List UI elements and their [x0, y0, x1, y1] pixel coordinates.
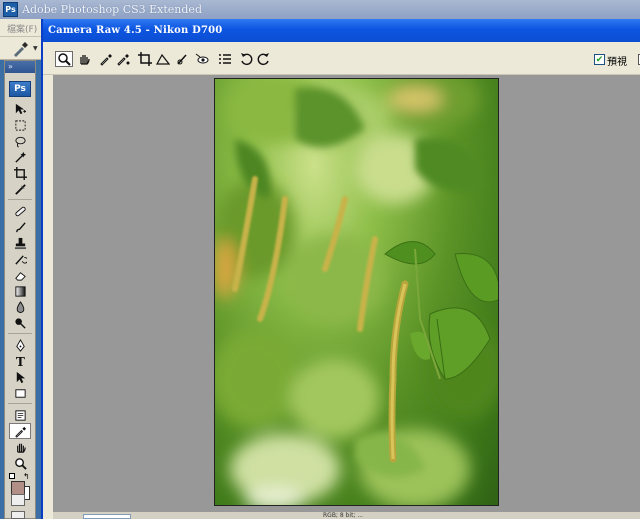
bandage-icon — [14, 206, 26, 216]
eyedropper-icon — [100, 54, 112, 66]
cr-rotate-right-button[interactable] — [255, 51, 273, 67]
move-tool[interactable] — [9, 101, 31, 117]
eraser-tool[interactable] — [9, 267, 31, 283]
camera-raw-title: Camera Raw 4.5 - Nikon D700 — [48, 25, 223, 36]
slice-icon — [14, 183, 26, 195]
cr-preferences-button[interactable] — [216, 51, 234, 67]
photoshop-app-icon: Ps — [3, 2, 18, 17]
crop-icon — [13, 166, 27, 180]
history-brush-icon — [14, 254, 27, 265]
photoshop-logo[interactable]: Ps — [9, 81, 31, 97]
type-tool[interactable]: T — [9, 353, 31, 369]
menu-file[interactable]: 檔案(F) — [7, 22, 37, 35]
tools-palette: » Ps T ↰ — [4, 60, 36, 519]
brush-tool[interactable] — [9, 219, 31, 235]
camera-raw-dialog: Camera Raw 4.5 - Nikon D700 ✔ 預視 RGB; 8 … — [41, 19, 640, 519]
brush-icon — [15, 221, 26, 232]
marquee-icon — [14, 119, 26, 131]
preview-checkbox[interactable]: ✔ — [594, 54, 605, 65]
cr-zoom-tool[interactable] — [55, 51, 73, 67]
healing-brush-tool[interactable] — [9, 203, 31, 219]
crop-tool[interactable] — [9, 165, 31, 181]
history-brush-tool[interactable] — [9, 251, 31, 267]
pen-icon — [15, 338, 25, 352]
drop-icon — [16, 300, 24, 313]
app-title: Adobe Photoshop CS3 Extended — [22, 3, 202, 16]
tool-separator — [8, 401, 32, 404]
tool-separator — [8, 197, 32, 200]
preview-label: 預視 — [607, 57, 627, 68]
foreground-color-swatch[interactable] — [11, 481, 25, 495]
arrow-icon — [16, 371, 25, 383]
green-leaves-photo — [214, 78, 499, 506]
notes-tool[interactable] — [9, 407, 31, 423]
magnifier-icon — [58, 53, 71, 66]
clone-stamp-tool[interactable] — [9, 235, 31, 251]
file-info-link[interactable]: RGB; 8 bit; ... — [323, 512, 363, 519]
zoom-level-field[interactable] — [83, 514, 131, 519]
rectangle-icon — [14, 388, 26, 398]
magic-wand-tool[interactable] — [9, 149, 31, 165]
palette-collapse-icon[interactable]: » — [5, 61, 35, 73]
crop-icon — [138, 52, 152, 66]
photo-illustration — [215, 79, 498, 505]
tool-separator — [8, 331, 32, 334]
type-icon: T — [15, 355, 24, 368]
straighten-icon — [156, 53, 170, 65]
default-colors-icon[interactable] — [9, 473, 15, 479]
list-icon — [219, 54, 231, 64]
stamp-icon — [14, 237, 26, 249]
marquee-tool[interactable] — [9, 117, 31, 133]
cr-retouch-tool[interactable] — [174, 51, 192, 67]
zoom-tool[interactable] — [9, 455, 31, 471]
path-selection-tool[interactable] — [9, 369, 31, 385]
cr-rotate-left-button[interactable] — [237, 51, 255, 67]
note-icon — [14, 409, 26, 421]
hand-tool[interactable] — [9, 439, 31, 455]
magnifier-icon — [14, 457, 27, 470]
red-eye-icon — [195, 53, 209, 64]
screen-mode-button[interactable] — [11, 511, 25, 519]
shape-tool[interactable] — [9, 385, 31, 401]
eyedropper-tool[interactable] — [9, 423, 31, 439]
svg-text:T: T — [15, 355, 24, 368]
cr-straighten-tool[interactable] — [154, 51, 172, 67]
slice-tool[interactable] — [9, 181, 31, 197]
cr-white-balance-tool[interactable] — [97, 51, 115, 67]
options-bar: ▼ — [0, 37, 42, 60]
app-titlebar: Ps Adobe Photoshop CS3 Extended — [0, 0, 640, 19]
rotate-left-icon — [241, 53, 253, 66]
eyedropper-icon — [14, 426, 26, 438]
camera-raw-toolbar: ✔ 預視 — [43, 42, 640, 75]
quick-mask-button[interactable] — [11, 494, 25, 506]
swap-colors-icon[interactable]: ↰ — [23, 472, 30, 481]
cr-red-eye-tool[interactable] — [193, 51, 211, 67]
lasso-icon — [14, 136, 26, 147]
magic-wand-icon — [14, 151, 26, 163]
menubar: 檔案(F) — [0, 19, 42, 37]
retouch-brush-icon — [177, 54, 187, 65]
color-sampler-icon — [117, 54, 130, 66]
preview-canvas[interactable] — [53, 75, 640, 512]
cr-crop-tool[interactable] — [136, 51, 154, 67]
camera-raw-titlebar[interactable]: Camera Raw 4.5 - Nikon D700 — [43, 19, 640, 42]
cr-hand-tool[interactable] — [75, 51, 93, 67]
lasso-tool[interactable] — [9, 133, 31, 149]
camera-raw-status-bar: RGB; 8 bit; ... — [53, 512, 640, 519]
hand-icon — [80, 55, 90, 65]
cr-color-sampler-tool[interactable] — [114, 51, 132, 67]
dodge-icon — [14, 317, 26, 329]
gradient-icon — [14, 285, 26, 297]
blur-tool[interactable] — [9, 299, 31, 315]
hand-icon — [16, 443, 26, 453]
eraser-icon — [14, 271, 26, 281]
tool-preset-dropdown-icon[interactable]: ▼ — [33, 45, 38, 52]
rotate-right-icon — [257, 53, 269, 66]
gradient-tool[interactable] — [9, 283, 31, 299]
dodge-tool[interactable] — [9, 315, 31, 331]
move-icon — [15, 103, 26, 114]
eyedropper-preset-icon[interactable] — [10, 40, 30, 58]
pen-tool[interactable] — [9, 337, 31, 353]
